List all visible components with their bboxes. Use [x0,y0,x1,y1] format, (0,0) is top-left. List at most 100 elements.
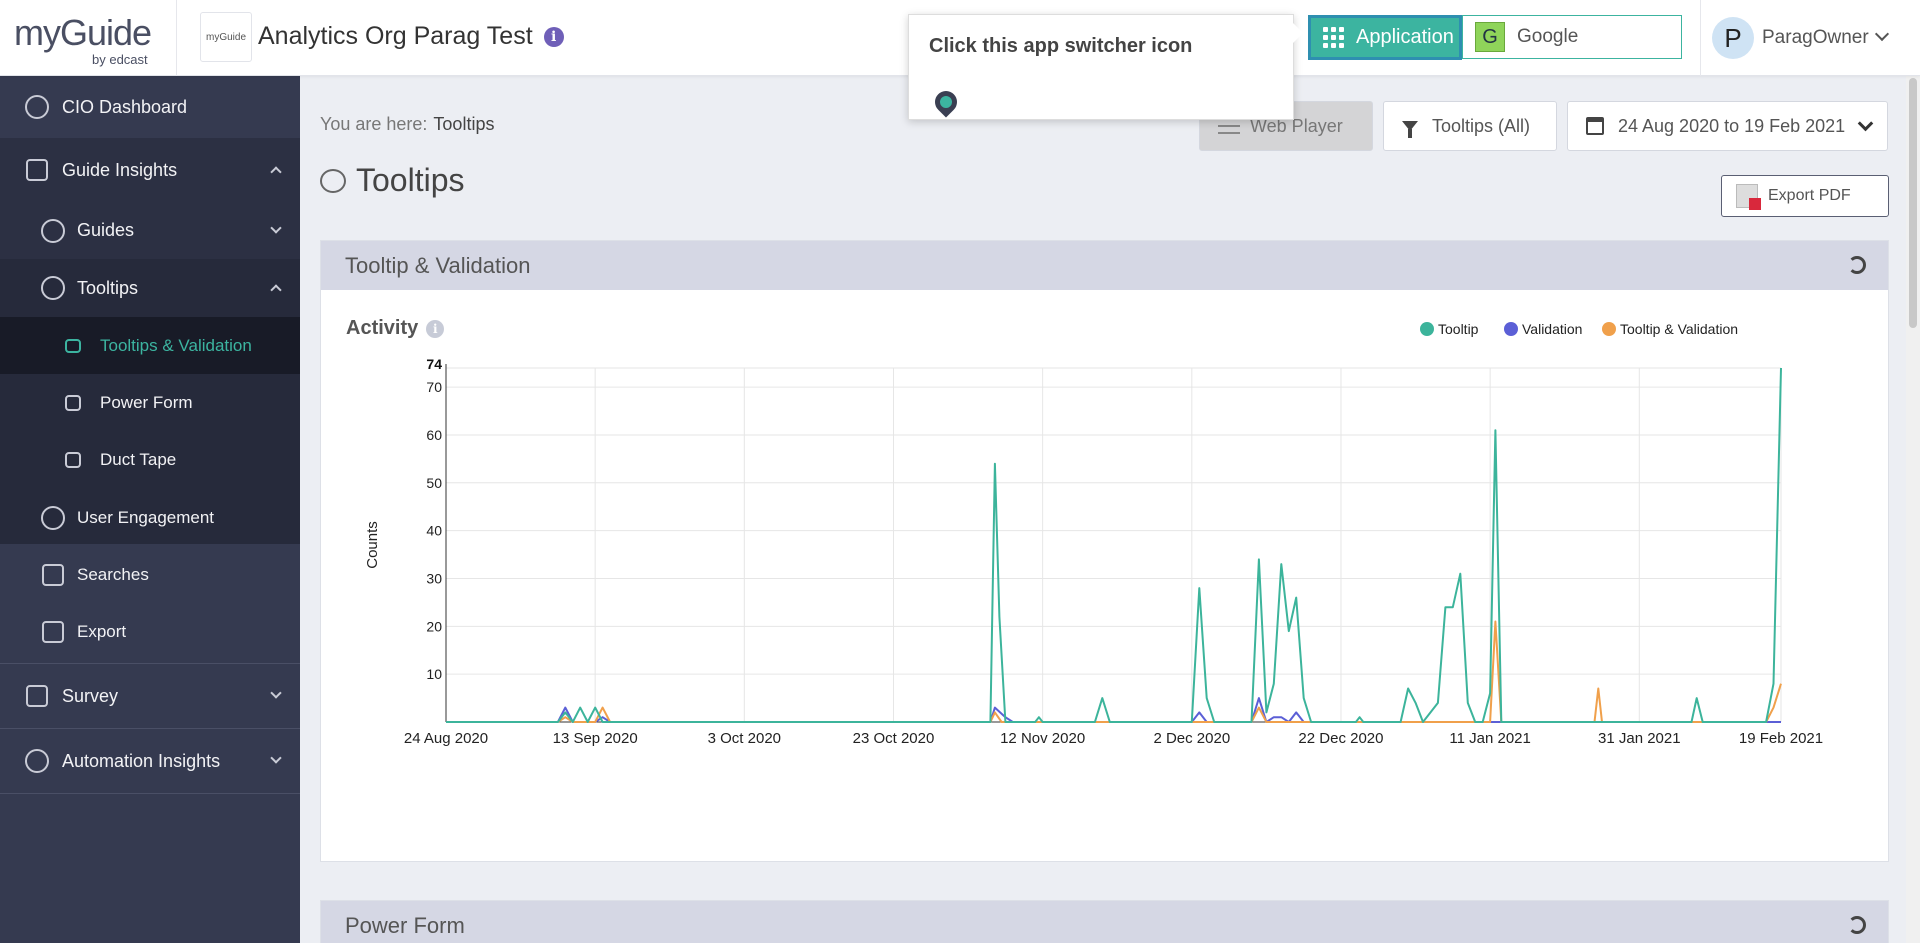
user-icon [40,505,66,531]
sidebar-divider [0,793,300,794]
sliders-icon [1218,118,1240,134]
x-tick-label: 24 Aug 2020 [404,730,488,747]
page-title: Tooltips [320,162,465,199]
check-icon [64,333,82,359]
sidebar-item-guide-insights[interactable]: Guide Insights [0,138,300,202]
x-tick-label: 13 Sep 2020 [553,730,638,747]
org-logo: myGuide [200,12,252,62]
x-tick-label: 19 Feb 2021 [1739,730,1823,747]
header-divider [1700,0,1701,76]
sidebar-item-survey[interactable]: Survey [0,664,300,728]
y-tick-label: 10 [426,666,442,682]
survey-icon [24,683,50,709]
form-icon [64,390,82,416]
chevron-down-icon [1874,26,1889,42]
sidebar-item-automation-insights[interactable]: Automation Insights [0,729,300,793]
sidebar-item-user-engagement[interactable]: User Engagement [0,489,300,546]
org-title-text: Analytics Org Parag Test [258,22,533,50]
app-switcher-label: Application [1356,26,1454,48]
x-tick-label: 22 Dec 2020 [1298,730,1383,747]
date-range-picker[interactable]: 24 Aug 2020 to 19 Feb 2021 [1567,101,1888,151]
x-tick-label: 12 Nov 2020 [1000,730,1085,747]
y-max-label: 74 [426,356,442,372]
breadcrumb-prefix: You are here: [320,114,428,134]
google-app-icon: G [1475,22,1505,52]
apps-grid-icon [1323,27,1344,48]
filter-label: Tooltips (All) [1432,115,1531,136]
chevron-down-icon [270,221,282,234]
gear-icon [24,748,50,774]
header-divider [176,0,177,76]
page-title-text: Tooltips [356,162,465,198]
series-line-validation [446,697,1781,723]
guide-tooltip-popup: Click this app switcher icon [908,14,1303,120]
compass-icon [40,218,66,244]
breadcrumb: You are here: Tooltips [320,114,494,135]
power-form-card: Power Form [320,900,1889,943]
tooltip-icon [320,168,346,193]
y-axis-title: Counts [364,521,381,569]
tooltip-arrow [1293,23,1303,43]
scrollbar[interactable] [1906,76,1920,943]
sidebar-item-guides[interactable]: Guides [0,202,300,259]
sidebar-item-duct-tape[interactable]: Duct Tape [0,431,300,489]
app-switcher-button[interactable]: Application [1308,15,1462,60]
y-tick-label: 70 [426,379,442,395]
export-pdf-label: Export PDF [1768,187,1851,204]
tooltip-validation-card: Tooltip & Validation Activity i 10 20 30 40 5… [320,240,1889,862]
sidebar-item-tooltips-validation[interactable]: Tooltips & Validation [0,317,300,374]
avatar: P [1712,17,1754,59]
card-title: Power Form [345,913,465,938]
y-tick-label: 50 [426,475,442,491]
x-tick-label: 2 Dec 2020 [1153,730,1230,747]
series-line-tooltip-validation [446,620,1782,723]
y-tick-label: 40 [426,523,442,539]
x-tick-label: 3 Oct 2020 [708,730,781,747]
dashboard-icon [24,94,50,120]
user-name: ParagOwner [1762,27,1869,48]
search-icon [40,562,66,588]
info-icon[interactable]: i [543,27,564,48]
user-menu[interactable]: P ParagOwner [1712,16,1889,60]
selected-app[interactable]: G Google [1462,15,1682,59]
sidebar-item-cio-dashboard[interactable]: CIO Dashboard [0,76,300,138]
myguide-logo[interactable]: myGuide by edcast [14,12,174,70]
y-tick-label: 30 [426,570,442,586]
breadcrumb-current: Tooltips [433,114,495,134]
sidebar: CIO Dashboard Guide Insights Guides Tool… [0,76,300,943]
filter-icon [1402,121,1418,138]
scrollbar-thumb[interactable] [1909,78,1917,328]
sidebar-item-tooltips[interactable]: Tooltips [0,259,300,317]
legend-label: Validation [1522,321,1582,337]
y-tick-label: 60 [426,427,442,443]
myguide-pin-icon[interactable] [930,86,962,118]
sidebar-item-searches[interactable]: Searches [0,546,300,603]
org-title: Analytics Org Parag Test i [258,22,564,51]
chevron-down-icon [270,752,282,764]
date-range-label: 24 Aug 2020 to 19 Feb 2021 [1618,115,1846,136]
legend-marker [1420,322,1434,336]
refresh-icon[interactable] [1848,916,1866,934]
export-icon [40,619,66,645]
legend-marker [1602,322,1616,336]
x-tick-label: 31 Jan 2021 [1598,730,1681,747]
calendar-icon [1586,117,1604,135]
y-tick-label: 20 [426,618,442,634]
brand-sub: by edcast [92,52,148,67]
export-pdf-button[interactable]: Export PDF [1721,175,1889,217]
brand-word: myGuide [14,12,152,53]
filter-button[interactable]: Tooltips (All) [1383,101,1557,151]
code-icon [64,447,82,473]
chevron-up-icon [270,284,282,296]
pdf-icon [1736,184,1761,210]
sidebar-item-power-form[interactable]: Power Form [0,374,300,431]
tooltip-text: Click this app switcher icon [929,35,1193,57]
chevron-up-icon [270,166,282,178]
x-tick-label: 23 Oct 2020 [853,730,935,747]
chevron-down-icon [270,687,282,699]
sidebar-item-export[interactable]: Export [0,603,300,660]
x-tick-label: 11 Jan 2021 [1449,730,1530,747]
tooltip-icon [40,275,66,301]
chevron-down-icon [1857,115,1874,132]
activity-chart: 10 20 30 40 50 60 70 74 24 Aug 2020 13 Sep 2020 3 … [364,321,1823,747]
